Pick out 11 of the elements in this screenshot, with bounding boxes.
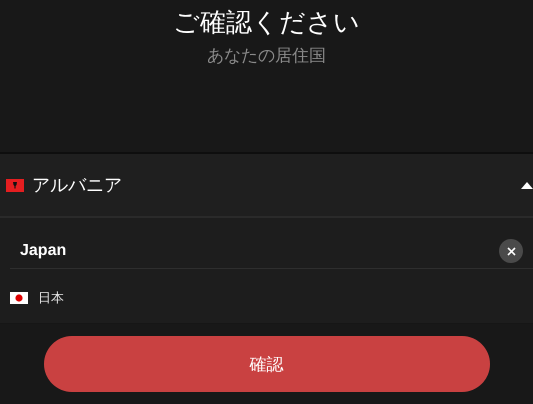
search-field[interactable]: Japan bbox=[20, 242, 499, 260]
flag-icon bbox=[6, 178, 24, 192]
country-dropdown[interactable]: アルバニア bbox=[0, 152, 533, 218]
page-title: ご確認ください bbox=[173, 7, 360, 40]
country-option[interactable]: 日本 bbox=[0, 283, 533, 313]
caret-icon bbox=[521, 182, 533, 188]
flag-icon bbox=[10, 292, 28, 304]
clear-button[interactable] bbox=[499, 239, 523, 263]
confirm-button[interactable]: 確認 bbox=[44, 336, 490, 392]
page-subtitle: あなたの居住国 bbox=[207, 45, 326, 68]
close-icon bbox=[506, 246, 516, 256]
